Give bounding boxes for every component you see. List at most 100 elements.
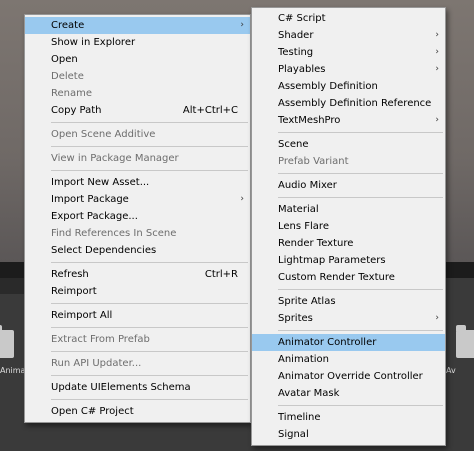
menu-separator xyxy=(51,351,248,352)
context-menu: Create › Show in Explorer Open Delete Rename C… xyxy=(24,14,251,423)
context-menu-item-show-in-explorer[interactable]: Show in Explorer xyxy=(25,34,250,51)
menu-separator xyxy=(51,262,248,263)
create-submenu-item-material[interactable]: Material xyxy=(252,201,445,218)
asset-label: Animat xyxy=(0,366,24,375)
create-submenu-item-assembly-definition-reference[interactable]: Assembly Definition Reference xyxy=(252,95,445,112)
context-menu-item-delete: Delete xyxy=(25,68,250,85)
context-menu-item-open[interactable]: Open xyxy=(25,51,250,68)
create-submenu-item-lightmap-parameters[interactable]: Lightmap Parameters xyxy=(252,252,445,269)
menu-item-label: Update UIElements Schema xyxy=(51,382,191,393)
menu-item-label: Assembly Definition xyxy=(278,81,378,92)
menu-item-label: Animation xyxy=(278,354,329,365)
create-submenu: C# Script Shader › Testing › Playables › Assemb… xyxy=(251,7,446,446)
menu-item-label: Open C# Project xyxy=(51,406,134,417)
menu-item-label: Avatar Mask xyxy=(278,388,340,399)
menu-item-label: Prefab Variant xyxy=(278,156,349,167)
create-submenu-item-sprites[interactable]: Sprites › xyxy=(252,310,445,327)
menu-item-label: Testing xyxy=(278,47,314,58)
menu-item-label: Scene xyxy=(278,139,309,150)
menu-item-label: Open Scene Additive xyxy=(51,129,156,140)
create-submenu-item-avatar-mask[interactable]: Avatar Mask xyxy=(252,385,445,402)
create-submenu-item-render-texture[interactable]: Render Texture xyxy=(252,235,445,252)
chevron-right-icon: › xyxy=(435,313,439,323)
menu-item-label: Import New Asset... xyxy=(51,177,150,188)
asset-label: Av xyxy=(446,366,456,375)
create-submenu-item-custom-render-texture[interactable]: Custom Render Texture xyxy=(252,269,445,286)
menu-separator xyxy=(51,399,248,400)
context-menu-item-copy-path[interactable]: Copy Path Alt+Ctrl+C xyxy=(25,102,250,119)
create-submenu-item-scene[interactable]: Scene xyxy=(252,136,445,153)
context-menu-item-reimport[interactable]: Reimport xyxy=(25,283,250,300)
chevron-right-icon: › xyxy=(435,115,439,125)
create-submenu-item-prefab-variant: Prefab Variant xyxy=(252,153,445,170)
create-submenu-item-animator-controller[interactable]: Animator Controller xyxy=(252,334,445,351)
menu-item-label: Refresh xyxy=(51,269,89,280)
menu-item-label: C# Script xyxy=(278,13,326,24)
context-menu-item-update-uielements-schema[interactable]: Update UIElements Schema xyxy=(25,379,250,396)
menu-item-label: Copy Path xyxy=(51,105,102,116)
create-submenu-item-signal[interactable]: Signal xyxy=(252,426,445,443)
chevron-right-icon: › xyxy=(435,47,439,57)
menu-separator xyxy=(51,146,248,147)
create-submenu-item-sprite-atlas[interactable]: Sprite Atlas xyxy=(252,293,445,310)
menu-item-label: Lens Flare xyxy=(278,221,329,232)
menu-item-label: Rename xyxy=(51,88,93,99)
menu-item-label: Reimport All xyxy=(51,310,113,321)
create-submenu-item-playables[interactable]: Playables › xyxy=(252,61,445,78)
folder-icon[interactable] xyxy=(456,325,474,358)
menu-item-label: Show in Explorer xyxy=(51,37,136,48)
chevron-right-icon: › xyxy=(435,30,439,40)
menu-item-label: Assembly Definition Reference xyxy=(278,98,432,109)
menu-item-label: Animator Override Controller xyxy=(278,371,423,382)
menu-separator xyxy=(278,173,443,174)
menu-separator xyxy=(51,375,248,376)
menu-item-label: Timeline xyxy=(278,412,321,423)
context-menu-item-create[interactable]: Create › xyxy=(25,17,250,34)
create-submenu-item-animator-override-controller[interactable]: Animator Override Controller xyxy=(252,368,445,385)
menu-item-label: View in Package Manager xyxy=(51,153,179,164)
menu-item-label: Playables xyxy=(278,64,326,75)
menu-separator xyxy=(278,132,443,133)
context-menu-item-rename: Rename xyxy=(25,85,250,102)
chevron-right-icon: › xyxy=(240,194,244,204)
create-submenu-item-lens-flare[interactable]: Lens Flare xyxy=(252,218,445,235)
create-submenu-item-shader[interactable]: Shader › xyxy=(252,27,445,44)
menu-item-label: Run API Updater... xyxy=(51,358,142,369)
create-submenu-item-testing[interactable]: Testing › xyxy=(252,44,445,61)
create-submenu-item-timeline[interactable]: Timeline xyxy=(252,409,445,426)
context-menu-item-import-package[interactable]: Import Package › xyxy=(25,191,250,208)
create-submenu-item-c-script[interactable]: C# Script xyxy=(252,10,445,27)
context-menu-item-import-new-asset[interactable]: Import New Asset... xyxy=(25,174,250,191)
menu-item-label: Extract From Prefab xyxy=(51,334,150,345)
menu-item-label: Sprite Atlas xyxy=(278,296,336,307)
menu-separator xyxy=(51,170,248,171)
menu-item-label: Shader xyxy=(278,30,314,41)
menu-separator xyxy=(278,405,443,406)
menu-item-label: Lightmap Parameters xyxy=(278,255,386,266)
menu-item-label: Export Package... xyxy=(51,211,138,222)
context-menu-item-reimport-all[interactable]: Reimport All xyxy=(25,307,250,324)
create-submenu-item-textmeshpro[interactable]: TextMeshPro › xyxy=(252,112,445,129)
menu-item-label: Animator Controller xyxy=(278,337,377,348)
menu-item-label: Open xyxy=(51,54,78,65)
context-menu-item-refresh[interactable]: Refresh Ctrl+R xyxy=(25,266,250,283)
context-menu-item-extract-from-prefab: Extract From Prefab xyxy=(25,331,250,348)
menu-separator xyxy=(51,327,248,328)
menu-item-label: Render Texture xyxy=(278,238,354,249)
menu-item-shortcut: Alt+Ctrl+C xyxy=(182,105,238,116)
create-submenu-item-animation[interactable]: Animation xyxy=(252,351,445,368)
context-menu-item-open-scene-additive: Open Scene Additive xyxy=(25,126,250,143)
chevron-right-icon: › xyxy=(240,20,244,30)
menu-item-label: Signal xyxy=(278,429,309,440)
menu-item-label: Find References In Scene xyxy=(51,228,177,239)
context-menu-item-export-package[interactable]: Export Package... xyxy=(25,208,250,225)
context-menu-item-select-dependencies[interactable]: Select Dependencies xyxy=(25,242,250,259)
context-menu-item-open-c-project[interactable]: Open C# Project xyxy=(25,403,250,420)
create-submenu-item-audio-mixer[interactable]: Audio Mixer xyxy=(252,177,445,194)
create-submenu-item-assembly-definition[interactable]: Assembly Definition xyxy=(252,78,445,95)
folder-icon[interactable] xyxy=(0,325,14,358)
context-menu-item-view-in-package-manager: View in Package Manager xyxy=(25,150,250,167)
menu-item-label: TextMeshPro xyxy=(278,115,341,126)
menu-separator xyxy=(278,330,443,331)
menu-separator xyxy=(278,197,443,198)
